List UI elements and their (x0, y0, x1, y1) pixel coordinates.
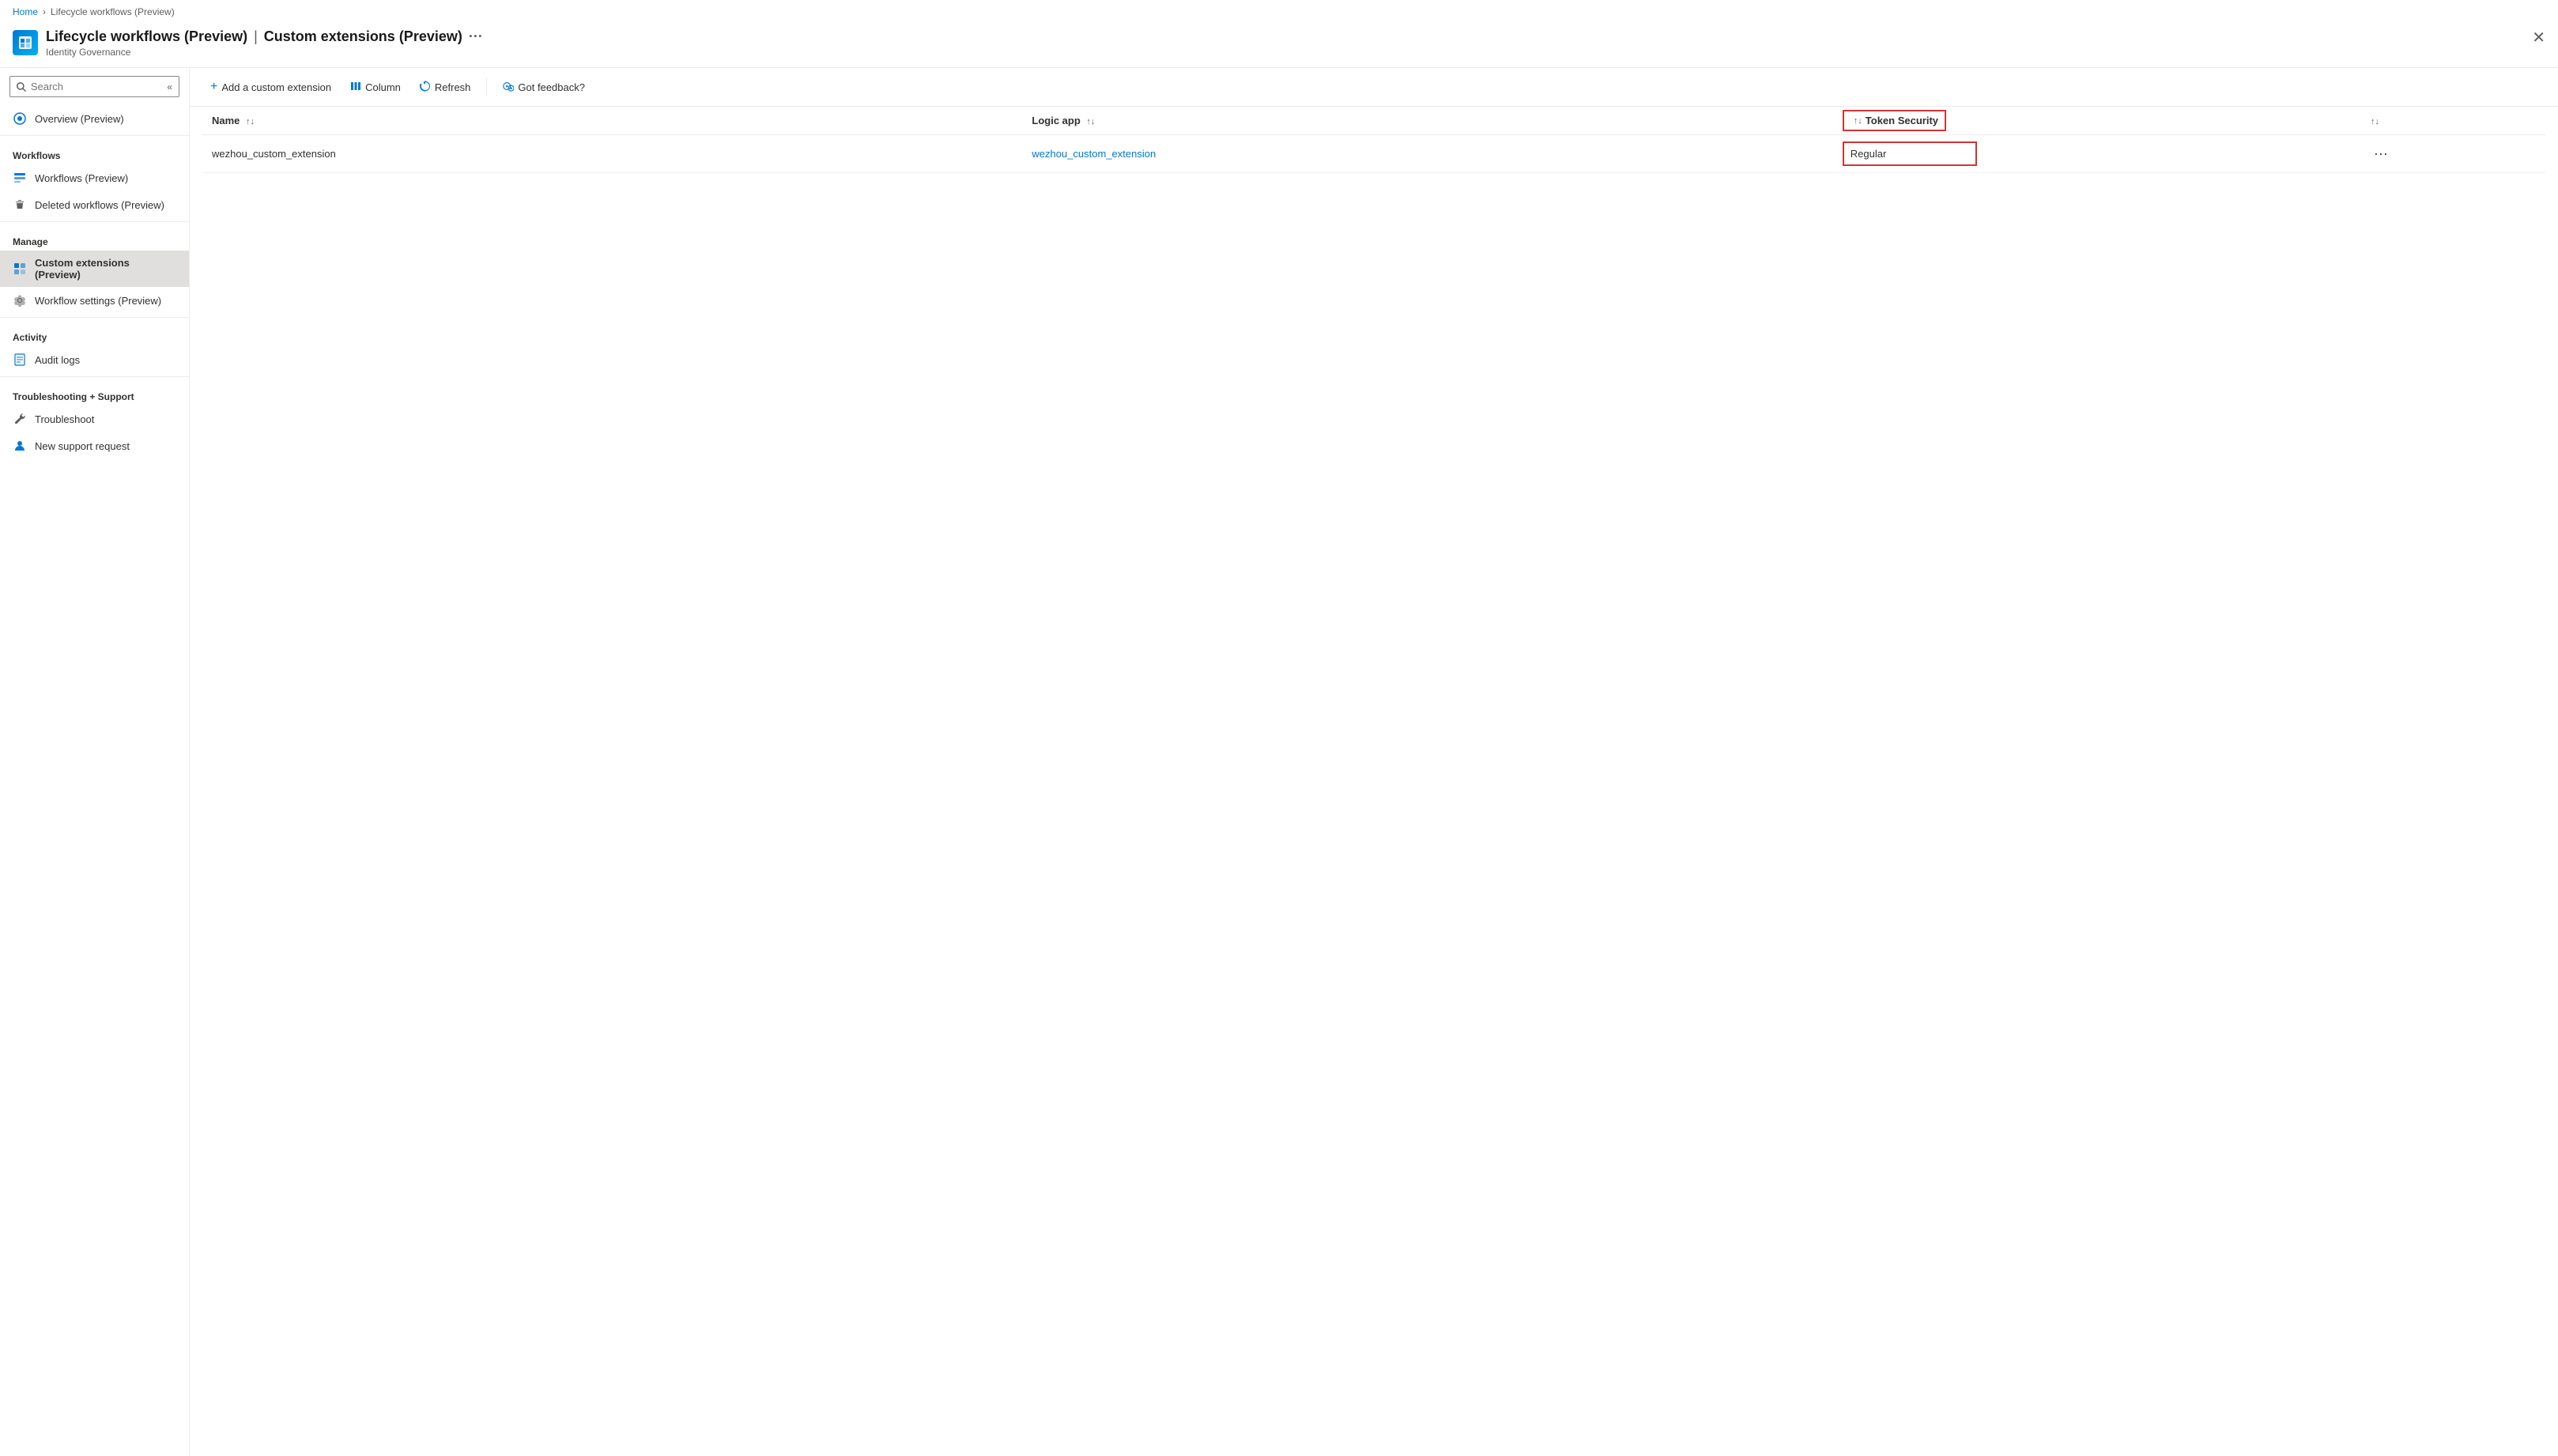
sidebar-troubleshoot-label: Troubleshoot (35, 413, 94, 425)
sidebar-new-support-label: New support request (35, 440, 130, 452)
breadcrumb: Home › Lifecycle workflows (Preview) (0, 0, 2558, 24)
toolbar-divider (486, 77, 487, 96)
extension-icon (13, 262, 27, 276)
sidebar-item-overview[interactable]: Overview (Preview) (0, 105, 189, 132)
sidebar-item-deleted-workflows[interactable]: Deleted workflows (Preview) (0, 191, 189, 218)
column-icon (350, 81, 361, 94)
audit-icon (13, 353, 27, 367)
gear-icon (13, 293, 27, 307)
refresh-label: Refresh (435, 81, 471, 93)
header-dots-menu[interactable]: ··· (469, 28, 483, 45)
app-container: Home › Lifecycle workflows (Preview) Lif… (0, 0, 2558, 1456)
overview-icon (13, 111, 27, 126)
add-custom-extension-button[interactable]: + Add a custom extension (202, 76, 339, 98)
breadcrumb-current: Lifecycle workflows (Preview) (51, 6, 175, 17)
sidebar: « Overview (Preview) Workflows (0, 68, 190, 1456)
token-security-highlight-cell: Regular (1843, 141, 1977, 166)
logic-app-link[interactable]: wezhou_custom_extension (1032, 148, 1156, 160)
name-sort-icon: ↑↓ (246, 117, 255, 126)
logic-app-sort-icon: ↑↓ (1086, 117, 1095, 126)
refresh-icon (420, 81, 431, 94)
divider-activity (0, 317, 189, 318)
token-security-sort-icon: ↑↓ (1854, 116, 1862, 126)
section-label-troubleshoot: Troubleshooting + Support (0, 380, 189, 405)
column-label: Column (365, 81, 401, 93)
search-box[interactable]: « (9, 76, 179, 97)
page-header-text: Lifecycle workflows (Preview) | Custom e… (46, 28, 2545, 58)
close-button[interactable]: ✕ (2532, 30, 2545, 46)
breadcrumb-separator: › (43, 6, 46, 17)
token-security-value: Regular (1851, 148, 1887, 160)
title-separator: | (254, 28, 258, 45)
page-subtitle: Identity Governance (46, 47, 2545, 58)
table-container: Name ↑↓ Logic app ↑↓ ↑↓ Token Security (190, 107, 2558, 173)
search-input[interactable] (31, 81, 162, 92)
extensions-table: Name ↑↓ Logic app ↑↓ ↑↓ Token Security (202, 107, 2545, 173)
col-token-security-label: Token Security (1866, 115, 1938, 126)
sidebar-item-workflow-settings[interactable]: Workflow settings (Preview) (0, 287, 189, 314)
cell-token-security: Regular (1843, 135, 2358, 173)
section-label-workflows: Workflows (0, 139, 189, 164)
column-button[interactable]: Column (342, 77, 409, 98)
trash-icon (13, 198, 27, 212)
sidebar-item-overview-label: Overview (Preview) (35, 113, 124, 125)
cell-logic-app: wezhou_custom_extension (1022, 135, 1842, 173)
sidebar-audit-label: Audit logs (35, 354, 80, 366)
col-name-label: Name (212, 115, 240, 126)
feedback-icon (503, 81, 514, 94)
col-logic-app-label: Logic app (1032, 115, 1080, 126)
divider-troubleshoot (0, 376, 189, 377)
breadcrumb-home[interactable]: Home (13, 6, 38, 17)
feedback-button[interactable]: Got feedback? (495, 77, 593, 98)
collapse-icon[interactable]: « (167, 81, 172, 92)
col-header-logic-app[interactable]: Logic app ↑↓ (1022, 107, 1842, 135)
divider-workflows (0, 135, 189, 136)
support-icon (13, 439, 27, 453)
sidebar-workflows-label: Workflows (Preview) (35, 172, 128, 184)
page-title-main: Lifecycle workflows (Preview) (46, 28, 247, 45)
sidebar-custom-ext-label: Custom extensions (Preview) (35, 257, 176, 281)
workflow-icon (13, 171, 27, 185)
page-header: Lifecycle workflows (Preview) | Custom e… (0, 24, 2558, 68)
search-icon (17, 81, 26, 92)
token-security-highlight-header: ↑↓ Token Security (1843, 110, 1946, 131)
cell-name: wezhou_custom_extension (202, 135, 1022, 173)
sidebar-workflow-settings-label: Workflow settings (Preview) (35, 295, 161, 307)
refresh-button[interactable]: Refresh (412, 77, 479, 98)
main-content: + Add a custom extension Column (190, 68, 2558, 1456)
toolbar: + Add a custom extension Column (190, 68, 2558, 107)
wrench-icon (13, 412, 27, 426)
lifecycle-icon (18, 36, 32, 50)
sidebar-item-custom-extensions[interactable]: Custom extensions (Preview) (0, 251, 189, 287)
row-more-button[interactable]: ··· (2367, 144, 2394, 164)
sidebar-item-audit-logs[interactable]: Audit logs (0, 346, 189, 373)
page-title-sub: Custom extensions (Preview) (264, 28, 462, 45)
feedback-label: Got feedback? (518, 81, 585, 93)
page-title: Lifecycle workflows (Preview) | Custom e… (46, 28, 2545, 45)
row-name-value: wezhou_custom_extension (212, 148, 336, 160)
sidebar-item-workflows[interactable]: Workflows (Preview) (0, 164, 189, 191)
table-row: wezhou_custom_extension wezhou_custom_ex… (202, 135, 2545, 173)
add-icon: + (210, 80, 217, 94)
table-header-row: Name ↑↓ Logic app ↑↓ ↑↓ Token Security (202, 107, 2545, 135)
divider-manage (0, 221, 189, 222)
sidebar-deleted-label: Deleted workflows (Preview) (35, 199, 164, 211)
main-layout: « Overview (Preview) Workflows (0, 68, 2558, 1456)
section-label-manage: Manage (0, 225, 189, 251)
col-header-name[interactable]: Name ↑↓ (202, 107, 1022, 135)
cell-actions: ··· (2358, 135, 2545, 173)
add-label: Add a custom extension (221, 81, 331, 93)
section-label-activity: Activity (0, 321, 189, 346)
sidebar-item-troubleshoot[interactable]: Troubleshoot (0, 405, 189, 432)
col-header-token-security[interactable]: ↑↓ Token Security (1843, 107, 2358, 135)
sidebar-item-new-support[interactable]: New support request (0, 432, 189, 459)
actions-sort-icon: ↑↓ (2371, 117, 2379, 126)
col-header-actions: ↑↓ (2358, 107, 2545, 135)
page-icon (13, 30, 38, 55)
